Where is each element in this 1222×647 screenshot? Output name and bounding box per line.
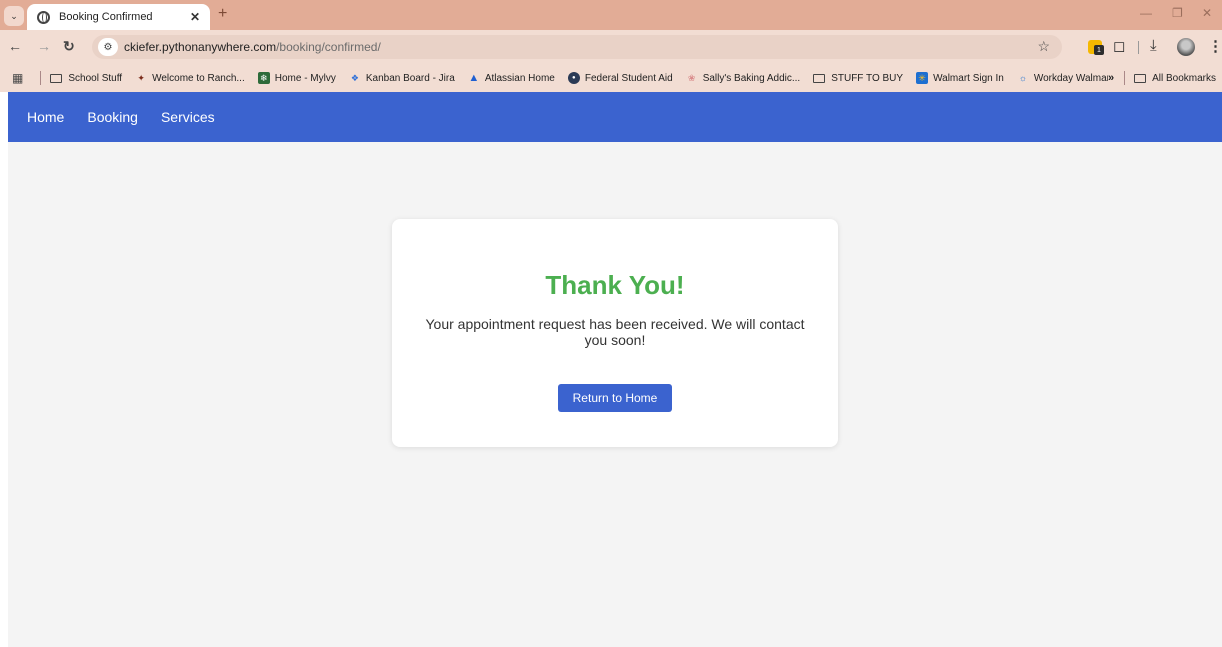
- sallys-icon: ❀: [687, 72, 696, 83]
- bookmark-atlassian[interactable]: ▲ Atlassian Home: [468, 72, 555, 84]
- bookmarks-divider: [40, 71, 42, 85]
- atlassian-icon: ▲: [468, 72, 480, 84]
- active-tab[interactable]: Booking Confirmed ✕: [27, 4, 210, 30]
- bookmark-workday[interactable]: ☼ Workday Walmart: [1017, 72, 1113, 84]
- close-tab-icon[interactable]: ✕: [190, 10, 200, 24]
- bookmark-label: Sally's Baking Addic...: [702, 72, 801, 84]
- fsa-icon: ●: [567, 72, 580, 84]
- confirmation-message: Your appointment request has been receiv…: [425, 316, 805, 348]
- globe-icon: [37, 10, 50, 24]
- nav-services[interactable]: Services: [161, 109, 215, 125]
- reload-icon[interactable]: ↻: [63, 38, 75, 55]
- jira-icon: ❖: [350, 72, 359, 83]
- tab-search-icon[interactable]: ⌄: [4, 6, 24, 26]
- site-info-icon[interactable]: ⚙: [98, 38, 118, 56]
- ranch-icon: ✦: [137, 72, 145, 83]
- tab-title: Booking Confirmed: [59, 11, 153, 23]
- folder-icon: [813, 73, 826, 83]
- bookmark-label: All Bookmarks: [1152, 72, 1216, 84]
- bookmarks-divider: [1124, 71, 1126, 85]
- minimize-icon[interactable]: —: [1140, 6, 1152, 20]
- bookmark-school-stuff[interactable]: School Stuff: [50, 73, 122, 84]
- return-home-button[interactable]: Return to Home: [557, 384, 673, 412]
- toolbar-divider: [1138, 41, 1139, 54]
- nav-booking[interactable]: Booking: [87, 109, 138, 125]
- bookmarks-bar: ▦ School Stuff ✦ Welcome to Ranch... ❄ H…: [0, 64, 1222, 92]
- page-viewport: Home Booking Services Thank You! Your ap…: [8, 92, 1222, 647]
- folder-icon: [50, 73, 63, 83]
- bookmark-stuff-to-buy[interactable]: STUFF TO BUY: [813, 73, 903, 84]
- profile-avatar[interactable]: [1177, 38, 1195, 56]
- bookmark-label: Atlassian Home: [484, 72, 555, 84]
- extension-icon[interactable]: 1: [1088, 40, 1104, 55]
- url-path: /booking/confirmed/: [276, 40, 381, 54]
- site-navbar: Home Booking Services: [8, 92, 1222, 142]
- bookmark-fsa[interactable]: ● Federal Student Aid: [567, 72, 673, 84]
- forward-icon[interactable]: →: [37, 38, 51, 54]
- nav-home[interactable]: Home: [27, 109, 64, 125]
- close-window-icon[interactable]: ✕: [1202, 6, 1212, 20]
- download-icon[interactable]: ⤓: [1150, 37, 1157, 54]
- apps-grid-icon[interactable]: ▦: [12, 71, 23, 85]
- bookmark-label: Walmart Sign In: [933, 72, 1004, 84]
- all-bookmarks[interactable]: All Bookmarks: [1134, 73, 1216, 84]
- bookmarks-overflow: » All Bookmarks: [1107, 71, 1216, 85]
- bookmark-label: Kanban Board - Jira: [365, 72, 455, 84]
- bookmark-label: School Stuff: [68, 72, 123, 84]
- tab-strip: ⌄ Booking Confirmed ✕ + — ❐ ✕: [0, 0, 1222, 30]
- bookmark-star-icon[interactable]: ☆: [1037, 38, 1050, 55]
- bookmark-label: STUFF TO BUY: [831, 72, 904, 84]
- confirmation-card: Thank You! Your appointment request has …: [392, 219, 838, 447]
- bookmark-mylvy[interactable]: ❄ Home - Mylvy: [257, 72, 336, 84]
- folder-icon: [1134, 73, 1147, 83]
- bookmark-sallys[interactable]: ❀ Sally's Baking Addic...: [686, 72, 801, 84]
- mylvy-icon: ❄: [257, 72, 270, 84]
- confirmation-heading: Thank You!: [545, 270, 685, 300]
- bookmark-label: Federal Student Aid: [584, 72, 673, 84]
- walmart-icon: ✳: [916, 72, 929, 84]
- menu-kebab-icon[interactable]: ⋮: [1208, 37, 1222, 55]
- browser-toolbar: ← → ↻ ⚙ ckiefer.pythonanywhere.com /book…: [0, 30, 1222, 64]
- restore-icon[interactable]: ❐: [1172, 6, 1183, 20]
- extension-badge: 1: [1094, 45, 1104, 55]
- address-bar[interactable]: ⚙ ckiefer.pythonanywhere.com /booking/co…: [92, 35, 1062, 59]
- bookmark-jira[interactable]: ❖ Kanban Board - Jira: [349, 72, 455, 84]
- bookmark-walmart[interactable]: ✳ Walmart Sign In: [916, 72, 1004, 84]
- bookmark-label: Welcome to Ranch...: [152, 72, 245, 84]
- new-tab-icon[interactable]: +: [218, 5, 227, 23]
- bookmark-label: Home - Mylvy: [274, 72, 336, 84]
- back-icon[interactable]: ←: [8, 38, 22, 54]
- workday-icon: ☼: [1018, 73, 1027, 83]
- bookmark-ranch[interactable]: ✦ Welcome to Ranch...: [135, 72, 245, 84]
- chevron-double-right-icon[interactable]: »: [1108, 72, 1114, 84]
- bookmark-label: Workday Walmart: [1033, 72, 1113, 84]
- extensions-puzzle-icon[interactable]: ◻: [1113, 37, 1125, 55]
- url-host: ckiefer.pythonanywhere.com: [124, 40, 277, 54]
